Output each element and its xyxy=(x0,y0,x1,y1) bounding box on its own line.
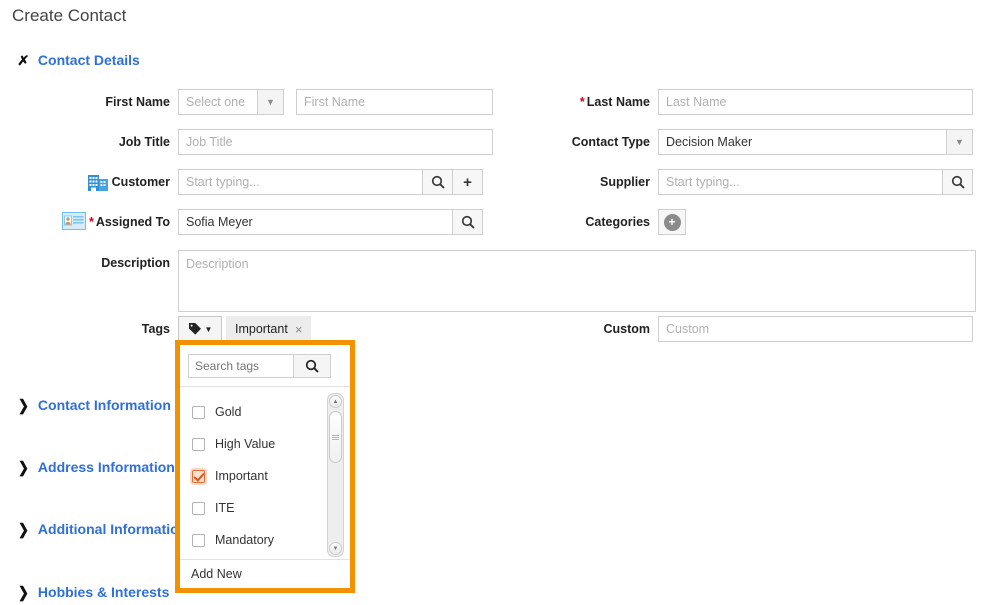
categories-label: Categories xyxy=(585,215,650,229)
page-title: Create Contact xyxy=(12,6,127,25)
salutation-value: Select one xyxy=(186,95,246,109)
caret-up-icon[interactable]: ▲ xyxy=(329,395,342,408)
checkbox-ite[interactable] xyxy=(192,501,205,515)
tag-list-item[interactable]: Gold xyxy=(180,396,350,428)
custom-label: Custom xyxy=(603,322,650,336)
first-name-label: First Name xyxy=(105,95,170,109)
chevron-right-icon: ❯ xyxy=(18,396,29,414)
chevron-down-icon: ✗ xyxy=(17,52,30,68)
required-marker: * xyxy=(579,95,585,109)
tag-list-item[interactable]: Important xyxy=(180,460,350,492)
section-label: Contact Details xyxy=(37,52,140,68)
contact-type-label: Contact Type xyxy=(571,135,650,149)
tag-item-label: Mandatory xyxy=(215,533,275,547)
tag-list-item[interactable]: Mandatory xyxy=(180,524,350,556)
field-description: Description xyxy=(60,250,976,312)
contact-type-value: Decision Maker xyxy=(666,135,753,149)
tag-icon xyxy=(188,323,201,335)
caret-down-icon[interactable]: ▼ xyxy=(329,542,342,555)
tag-item-label: High Value xyxy=(215,437,276,451)
tag-item-label: ITE xyxy=(215,501,235,515)
tag-search-button[interactable] xyxy=(293,354,331,378)
chevron-right-icon: ❯ xyxy=(18,583,29,601)
tags-label: Tags xyxy=(141,322,170,336)
section-header-hobbies-interests[interactable]: ❯ Hobbies & Interests xyxy=(18,584,169,600)
customer-search-button[interactable] xyxy=(423,169,453,195)
tag-list-item[interactable]: High Value xyxy=(180,428,350,460)
field-contact-type: Contact Type Decision Maker ▼ xyxy=(520,129,973,155)
tag-search-row xyxy=(180,345,350,387)
description-label: Description xyxy=(101,256,170,270)
create-contact-page: Create Contact ✗ Contact Details ❯ Conta… xyxy=(0,0,983,605)
checkbox-mandatory[interactable] xyxy=(192,533,205,547)
tag-list-scrollbar[interactable]: ▲ ▼ xyxy=(327,393,344,557)
section-header-contact-details[interactable]: ✗ Contact Details xyxy=(17,52,140,68)
required-marker: * xyxy=(89,215,94,229)
tag-list: Gold High Value Important ITE Mandatory … xyxy=(180,387,350,559)
tag-item-label: Gold xyxy=(215,405,242,419)
assigned-to-input[interactable] xyxy=(178,209,453,235)
tag-list-item[interactable]: ITE xyxy=(180,492,350,524)
last-name-label: * Last Name xyxy=(579,95,650,109)
add-new-tag-link[interactable]: Add New xyxy=(180,559,350,588)
tag-chip-important[interactable]: Important × xyxy=(226,316,312,342)
grip-icon xyxy=(332,434,339,440)
field-assigned-to: * Assigned To xyxy=(60,209,483,235)
job-title-label: Job Title xyxy=(118,135,170,149)
categories-add-button[interactable]: + xyxy=(658,209,686,235)
plus-icon: + xyxy=(463,173,472,191)
description-textarea[interactable] xyxy=(178,250,976,312)
field-supplier: Supplier xyxy=(520,169,973,195)
field-tags: Tags ▼ Important × xyxy=(60,316,312,342)
scrollbar-thumb[interactable] xyxy=(329,411,342,463)
tags-dropdown-panel: Gold High Value Important ITE Mandatory … xyxy=(175,340,355,593)
checkbox-high-value[interactable] xyxy=(192,437,205,451)
field-first-name: First Name Select one ▼ xyxy=(60,89,493,115)
chevron-right-icon: ❯ xyxy=(18,520,29,538)
supplier-label: Supplier xyxy=(599,175,650,189)
section-label: Additional Information xyxy=(37,521,188,537)
field-custom: Custom xyxy=(520,316,973,342)
section-header-additional-information[interactable]: ❯ Additional Information xyxy=(18,521,187,537)
chevron-down-icon: ▼ xyxy=(257,90,283,114)
chevron-down-icon: ▼ xyxy=(946,130,972,154)
field-categories: Categories + xyxy=(520,209,686,235)
section-label: Contact Information xyxy=(37,397,171,413)
customer-input[interactable] xyxy=(178,169,423,195)
tag-item-label: Important xyxy=(215,469,268,483)
tag-search-input[interactable] xyxy=(188,354,293,378)
job-title-input[interactable] xyxy=(178,129,493,155)
supplier-search-button[interactable] xyxy=(943,169,973,195)
field-job-title: Job Title xyxy=(60,129,493,155)
checkbox-important[interactable] xyxy=(192,469,205,483)
tag-chip-label: Important xyxy=(235,322,288,336)
customer-label: Customer xyxy=(111,175,170,189)
plus-circle-icon: + xyxy=(663,213,681,231)
assigned-to-label: * Assigned To xyxy=(89,215,170,229)
assigned-to-search-button[interactable] xyxy=(453,209,483,235)
chevron-down-icon: ▼ xyxy=(204,324,213,334)
section-label: Hobbies & Interests xyxy=(37,584,170,600)
close-icon[interactable]: × xyxy=(295,322,303,337)
last-name-input[interactable] xyxy=(658,89,973,115)
salutation-select[interactable]: Select one ▼ xyxy=(178,89,284,115)
contact-type-select[interactable]: Decision Maker ▼ xyxy=(658,129,973,155)
supplier-input[interactable] xyxy=(658,169,943,195)
customer-add-button[interactable]: + xyxy=(453,169,483,195)
custom-input[interactable] xyxy=(658,316,973,342)
field-customer: Customer + xyxy=(60,169,483,195)
section-header-contact-information[interactable]: ❯ Contact Information xyxy=(18,397,171,413)
section-header-address-information[interactable]: ❯ Address Information xyxy=(18,459,175,475)
section-label: Address Information xyxy=(37,459,175,475)
first-name-input[interactable] xyxy=(296,89,493,115)
field-last-name: * Last Name xyxy=(520,89,973,115)
chevron-right-icon: ❯ xyxy=(18,458,29,476)
tags-dropdown-button[interactable]: ▼ xyxy=(178,316,222,342)
checkbox-gold[interactable] xyxy=(192,405,205,419)
